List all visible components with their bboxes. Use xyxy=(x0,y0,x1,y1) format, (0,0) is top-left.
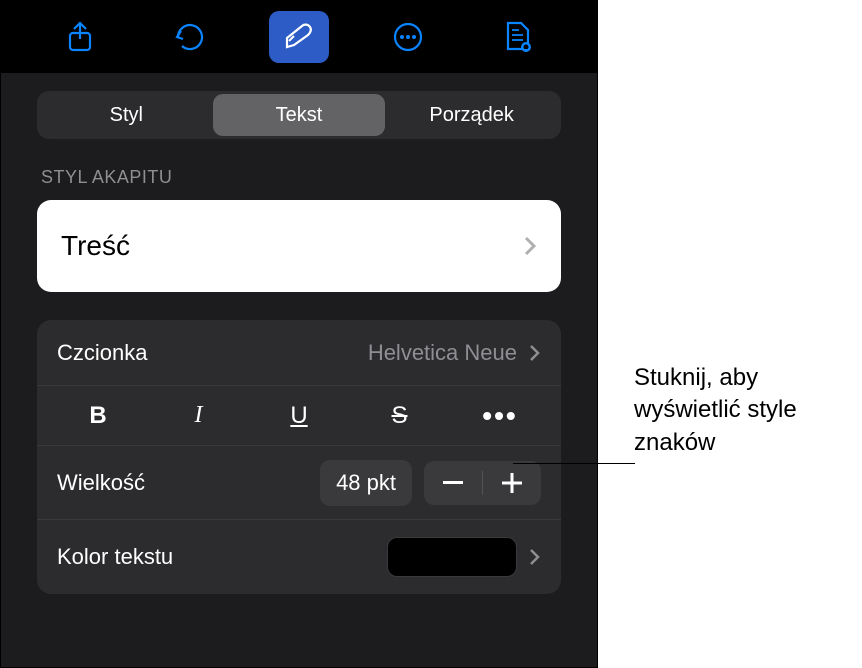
size-label: Wielkość xyxy=(57,470,320,496)
text-color-row[interactable]: Kolor tekstu xyxy=(37,520,561,594)
text-color-swatch[interactable] xyxy=(387,537,517,577)
minus-icon xyxy=(443,481,463,485)
format-buttons-row: B I U S ••• xyxy=(37,386,561,446)
size-value[interactable]: 48 pkt xyxy=(320,460,412,506)
share-icon xyxy=(66,21,94,53)
text-style-group: Czcionka Helvetica Neue B I U S ••• Wiel… xyxy=(37,320,561,594)
plus-icon xyxy=(502,473,522,493)
more-text-options-button[interactable]: ••• xyxy=(459,395,541,437)
tab-style[interactable]: Styl xyxy=(40,94,213,136)
size-row: Wielkość 48 pkt xyxy=(37,446,561,520)
format-brush-icon xyxy=(282,22,316,52)
underline-button[interactable]: U xyxy=(258,395,340,437)
format-panel: Styl Tekst Porządek STYL AKAPITU Treść C… xyxy=(0,0,598,668)
size-increase-button[interactable] xyxy=(483,461,541,505)
font-row[interactable]: Czcionka Helvetica Neue xyxy=(37,320,561,386)
format-button[interactable] xyxy=(269,11,329,63)
paragraph-style-picker[interactable]: Treść xyxy=(37,200,561,292)
italic-button[interactable]: I xyxy=(158,395,240,437)
share-button[interactable] xyxy=(50,11,110,63)
chevron-right-icon xyxy=(529,548,541,566)
font-label: Czcionka xyxy=(57,340,368,366)
inspector-tabs: Styl Tekst Porządek xyxy=(37,91,561,139)
font-value: Helvetica Neue xyxy=(368,340,517,366)
top-toolbar xyxy=(1,1,597,73)
more-icon xyxy=(392,21,424,53)
tab-text[interactable]: Tekst xyxy=(213,94,386,136)
more-button[interactable] xyxy=(378,11,438,63)
undo-icon xyxy=(174,21,206,53)
document-button[interactable] xyxy=(488,11,548,63)
chevron-right-icon xyxy=(529,344,541,362)
paragraph-style-value: Treść xyxy=(61,230,523,262)
document-icon xyxy=(503,20,533,54)
size-decrease-button[interactable] xyxy=(424,461,482,505)
size-stepper xyxy=(424,461,541,505)
paragraph-style-heading: STYL AKAPITU xyxy=(41,167,557,188)
callout-text: Stuknij, aby wyświetlić style znaków xyxy=(634,362,854,459)
strikethrough-button[interactable]: S xyxy=(359,395,441,437)
tab-arrange[interactable]: Porządek xyxy=(385,94,558,136)
callout-leader-line xyxy=(513,463,635,464)
undo-button[interactable] xyxy=(160,11,220,63)
bold-button[interactable]: B xyxy=(57,395,139,437)
text-color-label: Kolor tekstu xyxy=(57,544,387,570)
chevron-right-icon xyxy=(523,235,537,257)
